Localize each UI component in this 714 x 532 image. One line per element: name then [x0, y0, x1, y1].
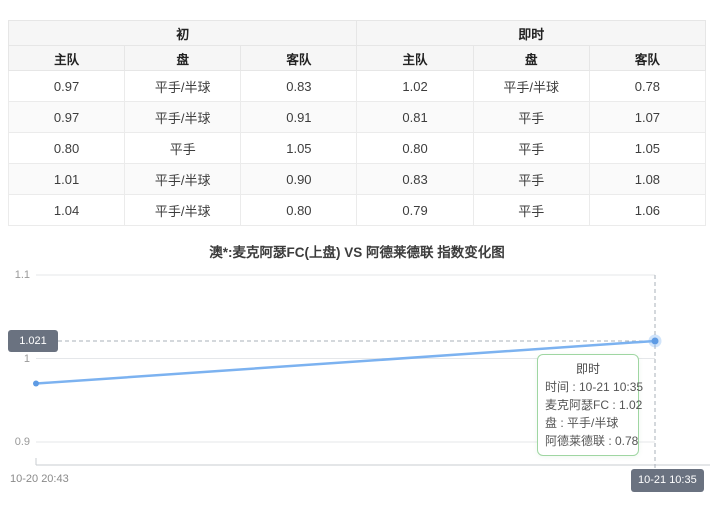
- y-axis-tick-label: 0.9: [0, 436, 30, 449]
- tooltip-away-odds: 阿德莱德联 : 0.78: [545, 432, 631, 450]
- y-axis-value-badge: 1.021: [8, 330, 58, 352]
- col-header-initial-home: 主队: [9, 46, 125, 71]
- tooltip-time: 时间 : 10-21 10:35: [545, 378, 631, 396]
- col-header-live-away: 客队: [589, 46, 705, 71]
- initial-handicap: 平手/半球: [125, 71, 241, 102]
- col-header-initial-away: 客队: [241, 46, 357, 71]
- chart-title: 澳*:麦克阿瑟FC(上盘) VS 阿德莱德联 指数变化图: [0, 241, 714, 261]
- live-home-odds: 0.80: [357, 133, 473, 164]
- initial-away-odds: 0.90: [241, 164, 357, 195]
- live-away-odds: 1.07: [589, 102, 705, 133]
- live-away-odds: 1.08: [589, 164, 705, 195]
- odds-table: 初 即时 主队 盘 客队 主队 盘 客队 0.97平手/半球0.831.02平手…: [8, 20, 706, 226]
- live-away-odds: 1.06: [589, 195, 705, 226]
- initial-away-odds: 0.80: [241, 195, 357, 226]
- live-away-odds: 1.05: [589, 133, 705, 164]
- tooltip-home-odds: 麦克阿瑟FC : 1.02: [545, 396, 631, 414]
- odds-row: 1.04平手/半球0.800.79平手1.06: [9, 195, 706, 226]
- initial-away-odds: 0.91: [241, 102, 357, 133]
- col-header-live-handicap: 盘: [473, 46, 589, 71]
- odds-trend-chart: 10-20 20:43 1.021 10-21 10:35 即时 时间 : 10…: [0, 265, 714, 517]
- live-handicap: 平手/半球: [473, 71, 589, 102]
- initial-handicap: 平手/半球: [125, 164, 241, 195]
- live-home-odds: 1.02: [357, 71, 473, 102]
- column-header-row: 主队 盘 客队 主队 盘 客队: [9, 46, 706, 71]
- odds-row: 0.97平手/半球0.831.02平手/半球0.78: [9, 71, 706, 102]
- group-header-row: 初 即时: [9, 21, 706, 46]
- y-axis-tick-label: 1.1: [0, 269, 30, 282]
- data-point-end[interactable]: [652, 337, 659, 344]
- tooltip-header: 即时: [545, 360, 631, 378]
- x-axis-start-label: 10-20 20:43: [10, 473, 69, 485]
- live-home-odds: 0.79: [357, 195, 473, 226]
- live-home-odds: 0.83: [357, 164, 473, 195]
- live-handicap: 平手: [473, 102, 589, 133]
- initial-handicap: 平手/半球: [125, 102, 241, 133]
- live-handicap: 平手: [473, 133, 589, 164]
- x-axis-value-badge: 10-21 10:35: [631, 469, 704, 492]
- col-header-initial-handicap: 盘: [125, 46, 241, 71]
- initial-home-odds: 0.97: [9, 71, 125, 102]
- col-header-live-home: 主队: [357, 46, 473, 71]
- initial-handicap: 平手/半球: [125, 195, 241, 226]
- initial-away-odds: 0.83: [241, 71, 357, 102]
- group-header-initial: 初: [9, 21, 357, 46]
- initial-home-odds: 0.80: [9, 133, 125, 164]
- group-header-live: 即时: [357, 21, 706, 46]
- initial-home-odds: 1.01: [9, 164, 125, 195]
- initial-handicap: 平手: [125, 133, 241, 164]
- odds-table-section: 初 即时 主队 盘 客队 主队 盘 客队 0.97平手/半球0.831.02平手…: [8, 20, 706, 226]
- live-away-odds: 0.78: [589, 71, 705, 102]
- live-handicap: 平手: [473, 164, 589, 195]
- odds-row: 0.97平手/半球0.910.81平手1.07: [9, 102, 706, 133]
- live-handicap: 平手: [473, 195, 589, 226]
- odds-row: 1.01平手/半球0.900.83平手1.08: [9, 164, 706, 195]
- data-point-start[interactable]: [33, 381, 39, 387]
- odds-table-body: 0.97平手/半球0.831.02平手/半球0.780.97平手/半球0.910…: [9, 71, 706, 226]
- chart-tooltip: 即时 时间 : 10-21 10:35 麦克阿瑟FC : 1.02 盘 : 平手…: [537, 354, 639, 456]
- y-axis-tick-label: 1: [0, 353, 30, 366]
- initial-home-odds: 1.04: [9, 195, 125, 226]
- tooltip-handicap: 盘 : 平手/半球: [545, 414, 631, 432]
- odds-row: 0.80平手1.050.80平手1.05: [9, 133, 706, 164]
- live-home-odds: 0.81: [357, 102, 473, 133]
- initial-home-odds: 0.97: [9, 102, 125, 133]
- initial-away-odds: 1.05: [241, 133, 357, 164]
